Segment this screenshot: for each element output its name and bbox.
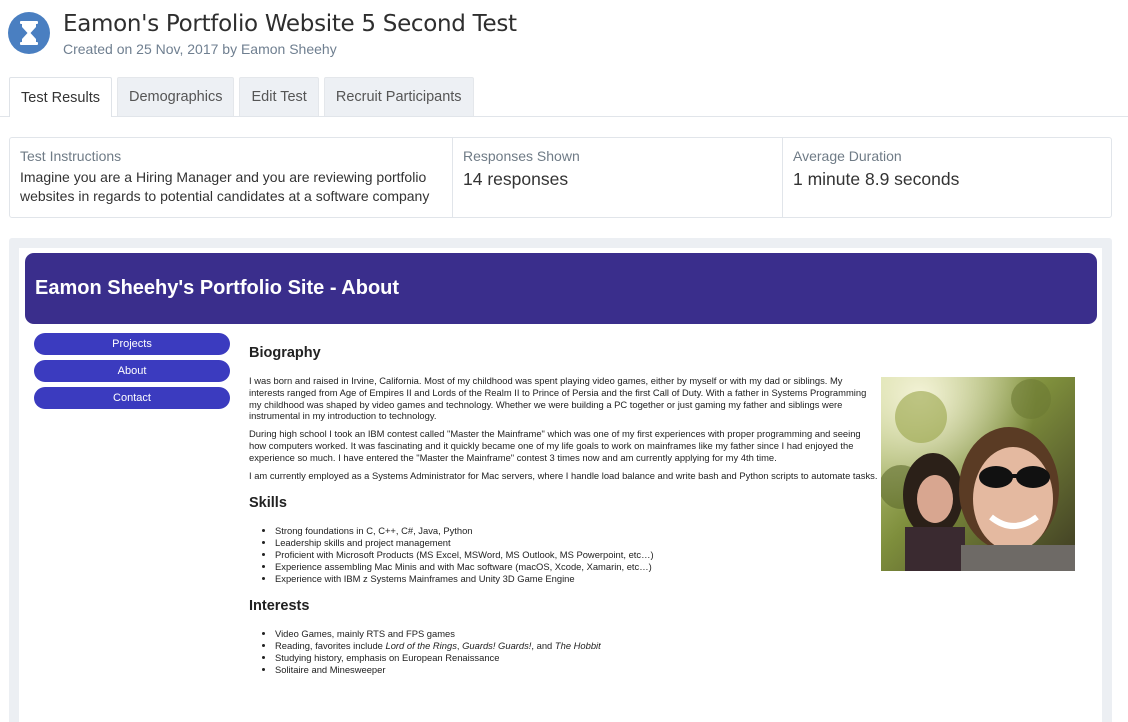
nav-contact-button[interactable]: Contact [34, 387, 230, 409]
test-instructions-text: Imagine you are a Hiring Manager and you… [20, 169, 430, 204]
responses-shown-card: Responses Shown 14 responses [453, 138, 783, 217]
tab-demographics[interactable]: Demographics [116, 77, 235, 116]
page-title: Eamon's Portfolio Website 5 Second Test [63, 11, 517, 37]
responses-shown-label: Responses Shown [463, 148, 580, 164]
tab-edit-test[interactable]: Edit Test [239, 77, 319, 116]
portfolio-screenshot: Eamon Sheehy's Portfolio Site - About Pr… [19, 248, 1102, 722]
test-instructions-label: Test Instructions [20, 148, 122, 164]
tab-test-results[interactable]: Test Results [9, 77, 112, 117]
site-nav: Projects About Contact [34, 333, 230, 414]
list-item: Experience with IBM z Systems Mainframes… [275, 573, 879, 585]
page-header: Eamon's Portfolio Website 5 Second Test … [8, 10, 517, 57]
skills-list: Strong foundations in C, C++, C#, Java, … [275, 525, 879, 584]
interests-list: Video Games, mainly RTS and FPS games Re… [275, 628, 879, 675]
average-duration-value: 1 minute 8.9 seconds [793, 169, 960, 189]
skills-heading: Skills [249, 495, 287, 512]
biography-paragraph: I was born and raised in Irvine, Califor… [249, 375, 867, 422]
responses-shown-value: 14 responses [463, 169, 569, 189]
book-title: Guards! Guards! [462, 640, 532, 652]
nav-about-button[interactable]: About [34, 360, 230, 382]
book-title: The Hobbit [554, 640, 601, 652]
average-duration-card: Average Duration 1 minute 8.9 seconds [783, 138, 1111, 217]
site-content: Biography I was born and raised in Irvin… [249, 345, 879, 690]
list-item: Video Games, mainly RTS and FPS games [275, 628, 879, 640]
page-subtitle: Created on 25 Nov, 2017 by Eamon Sheehy [63, 41, 337, 57]
profile-photo [881, 377, 1075, 571]
list-item: Leadership skills and project management [275, 537, 879, 549]
test-screenshot-frame: Eamon Sheehy's Portfolio Site - About Pr… [9, 238, 1112, 722]
stats-panel: Test Instructions Imagine you are a Hiri… [9, 137, 1112, 218]
biography-heading: Biography [249, 345, 321, 361]
site-header: Eamon Sheehy's Portfolio Site - About [25, 253, 1097, 324]
list-item: Experience assembling Mac Minis and with… [275, 561, 879, 573]
list-item: Solitaire and Minesweeper [275, 664, 879, 676]
book-title: Lord of the Rings [385, 640, 457, 652]
nav-projects-button[interactable]: Projects [34, 333, 230, 355]
tab-recruit-participants[interactable]: Recruit Participants [323, 77, 474, 116]
test-instructions-card: Test Instructions Imagine you are a Hiri… [10, 138, 453, 217]
biography-paragraph: During high school I took an IBM contest… [249, 428, 861, 463]
hourglass-icon [8, 12, 50, 54]
list-item: Reading, favorites include Lord of the R… [275, 640, 879, 652]
tab-bar: Test Results Demographics Edit Test Recr… [9, 77, 479, 117]
list-item: Strong foundations in C, C++, C#, Java, … [275, 525, 879, 537]
list-item: Studying history, emphasis on European R… [275, 652, 879, 664]
reading-prefix: Reading, favorites include [275, 640, 386, 652]
average-duration-label: Average Duration [793, 148, 902, 164]
interests-heading: Interests [249, 598, 310, 615]
separator: , and [531, 640, 555, 652]
list-item: Proficient with Microsoft Products (MS E… [275, 549, 879, 561]
biography-paragraph: I am currently employed as a Systems Adm… [249, 469, 878, 481]
site-title: Eamon Sheehy's Portfolio Site - About [35, 277, 400, 299]
